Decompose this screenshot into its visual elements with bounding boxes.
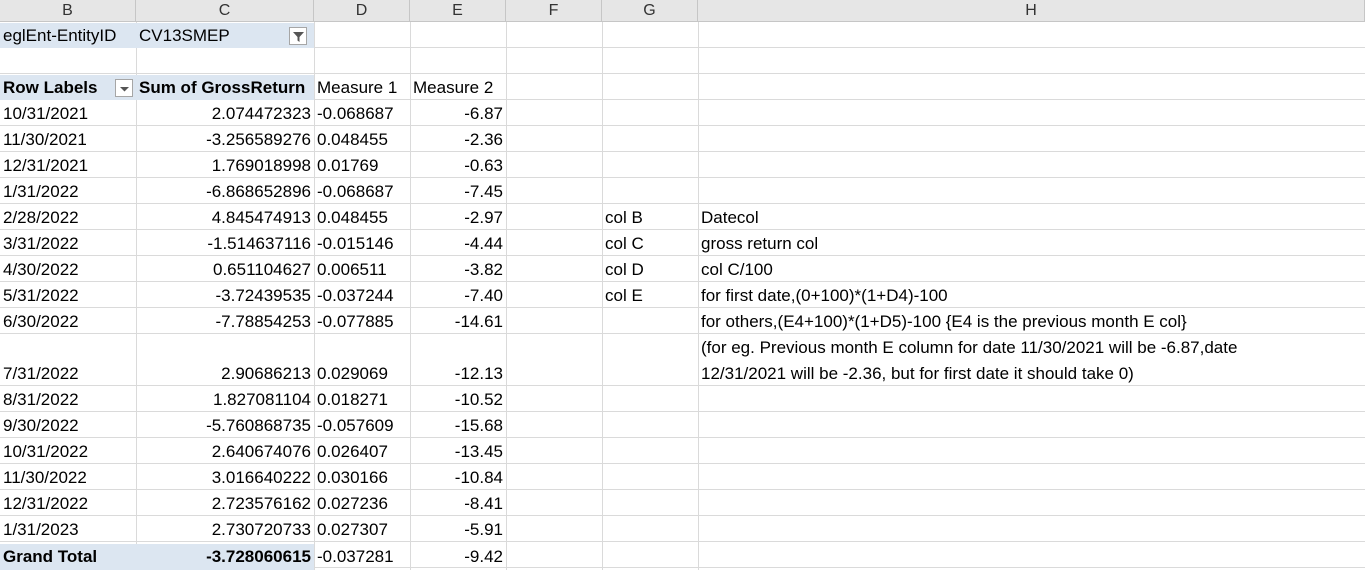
row-gridline: [0, 73, 1365, 74]
row-measure1: -0.057609: [317, 416, 394, 435]
row-gross-return: 2.074472323: [211, 104, 311, 123]
row-measure2: -2.36: [464, 130, 503, 149]
row-measure1: -0.068687: [317, 182, 394, 201]
column-header-D[interactable]: D: [314, 0, 410, 22]
row-measure1: 0.026407: [317, 442, 388, 461]
row-gross-return: 2.730720733: [211, 520, 311, 539]
row-date: 7/31/2022: [3, 364, 79, 383]
row-measure2: -8.41: [464, 494, 503, 513]
row-date: 3/31/2022: [3, 234, 79, 253]
gross-return-header: Sum of GrossReturn: [136, 75, 314, 100]
row-gross-return: -6.868652896: [206, 182, 311, 201]
row-measure1: 0.030166: [317, 468, 388, 487]
row-gross-return: 2.723576162: [211, 494, 311, 513]
measure1-header: Measure 1: [317, 78, 398, 97]
row-gross-return: 1.769018998: [211, 156, 311, 175]
row-date: 1/31/2023: [3, 520, 79, 539]
note-h-first-date: for first date,(0+100)*(1+D4)-100: [701, 286, 948, 305]
row-date: 12/31/2022: [3, 494, 89, 513]
column-header-E[interactable]: E: [410, 0, 506, 22]
row-measure2: -10.52: [454, 390, 503, 409]
note-h-coldiv: col C/100: [701, 260, 773, 279]
note-h-example-2: 12/31/2021 will be -2.36, but for first …: [701, 364, 1134, 383]
column-header-H[interactable]: H: [698, 0, 1365, 22]
filter-dropdown-button[interactable]: [289, 27, 307, 45]
note-h-datecol: Datecol: [701, 208, 759, 227]
row-labels-dropdown-button[interactable]: [115, 79, 133, 97]
row-gross-return: -5.760868735: [206, 416, 311, 435]
row-gross-return: -3.256589276: [206, 130, 311, 149]
row-measure2: -7.45: [464, 182, 503, 201]
row-gross-return: 2.640674076: [211, 442, 311, 461]
row-date: 5/31/2022: [3, 286, 79, 305]
gridline: [506, 22, 507, 570]
row-measure2: -0.63: [464, 156, 503, 175]
row-measure1: 0.048455: [317, 208, 388, 227]
row-date: 4/30/2022: [3, 260, 79, 279]
row-measure2: -6.87: [464, 104, 503, 123]
filter-icon: [293, 32, 304, 42]
chevron-down-icon: [120, 87, 129, 92]
row-gross-return: -3.72439535: [215, 286, 311, 305]
row-measure2: -15.68: [454, 416, 503, 435]
row-measure2: -7.40: [464, 286, 503, 305]
row-measure1: 0.018271: [317, 390, 388, 409]
measure2-header: Measure 2: [413, 78, 494, 97]
row-measure1: 0.027307: [317, 520, 388, 539]
row-gross-return: 3.016640222: [211, 468, 311, 487]
row-measure2: -10.84: [454, 468, 503, 487]
note-g-col-d: col D: [605, 260, 644, 279]
row-date: 10/31/2021: [3, 104, 89, 123]
row-measure2: -2.97: [464, 208, 503, 227]
note-g-col-b: col B: [605, 208, 643, 227]
row-measure1: 0.027236: [317, 494, 388, 513]
row-gross-return: 2.90686213: [221, 364, 311, 383]
row-date: 11/30/2021: [3, 130, 87, 149]
filter-value: CV13SMEP: [136, 23, 314, 48]
filter-label: eglEnt-EntityID: [0, 23, 136, 48]
column-header-F[interactable]: F: [506, 0, 602, 22]
row-measure1: -0.077885: [317, 312, 394, 331]
grand-total-label: Grand Total: [0, 544, 136, 570]
row-gross-return: 4.845474913: [211, 208, 311, 227]
column-header-B[interactable]: B: [0, 0, 136, 22]
grand-total-measure1: -0.037281: [317, 547, 394, 566]
row-gross-return: 1.827081104: [212, 390, 311, 409]
row-measure1: -0.068687: [317, 104, 394, 123]
row-date: 11/30/2022: [3, 468, 87, 487]
row-measure2: -14.61: [454, 312, 503, 331]
row-date: 8/31/2022: [3, 390, 79, 409]
row-measure1: 0.01769: [317, 156, 379, 175]
row-measure1: -0.015146: [317, 234, 394, 253]
note-g-col-e: col E: [605, 286, 643, 305]
note-h-others: for others,(E4+100)*(1+D5)-100 {E4 is th…: [701, 312, 1187, 331]
row-date: 6/30/2022: [3, 312, 79, 331]
spreadsheet-grid: B C D E F G H eglEnt-EntityID CV13SMEP R…: [0, 0, 1365, 570]
row-gross-return: -1.514637116: [207, 234, 311, 253]
column-header-G[interactable]: G: [602, 0, 698, 22]
note-h-gross: gross return col: [701, 234, 819, 253]
row-date: 2/28/2022: [3, 208, 79, 227]
column-header-C[interactable]: C: [136, 0, 314, 22]
row-date: 10/31/2022: [3, 442, 89, 461]
grand-total-measure2: -9.42: [464, 547, 503, 566]
row-measure1: -0.037244: [317, 286, 394, 305]
row-measure1: 0.006511: [317, 260, 387, 279]
grand-total-gross: -3.728060615: [136, 544, 314, 570]
row-measure2: -12.13: [454, 364, 503, 383]
row-measure2: -5.91: [464, 520, 503, 539]
row-measure2: -3.82: [464, 260, 503, 279]
row-gross-return: 0.651104627: [212, 260, 311, 279]
row-date: 9/30/2022: [3, 416, 79, 435]
row-date: 12/31/2021: [3, 156, 89, 175]
row-gross-return: -7.78854253: [215, 312, 311, 331]
row-measure2: -4.44: [464, 234, 503, 253]
note-g-col-c: col C: [605, 234, 644, 253]
note-h-example-1: (for eg. Previous month E column for dat…: [701, 338, 1238, 357]
row-date: 1/31/2022: [3, 182, 79, 201]
row-measure1: 0.029069: [317, 364, 388, 383]
row-measure1: 0.048455: [317, 130, 388, 149]
row-measure2: -13.45: [454, 442, 503, 461]
